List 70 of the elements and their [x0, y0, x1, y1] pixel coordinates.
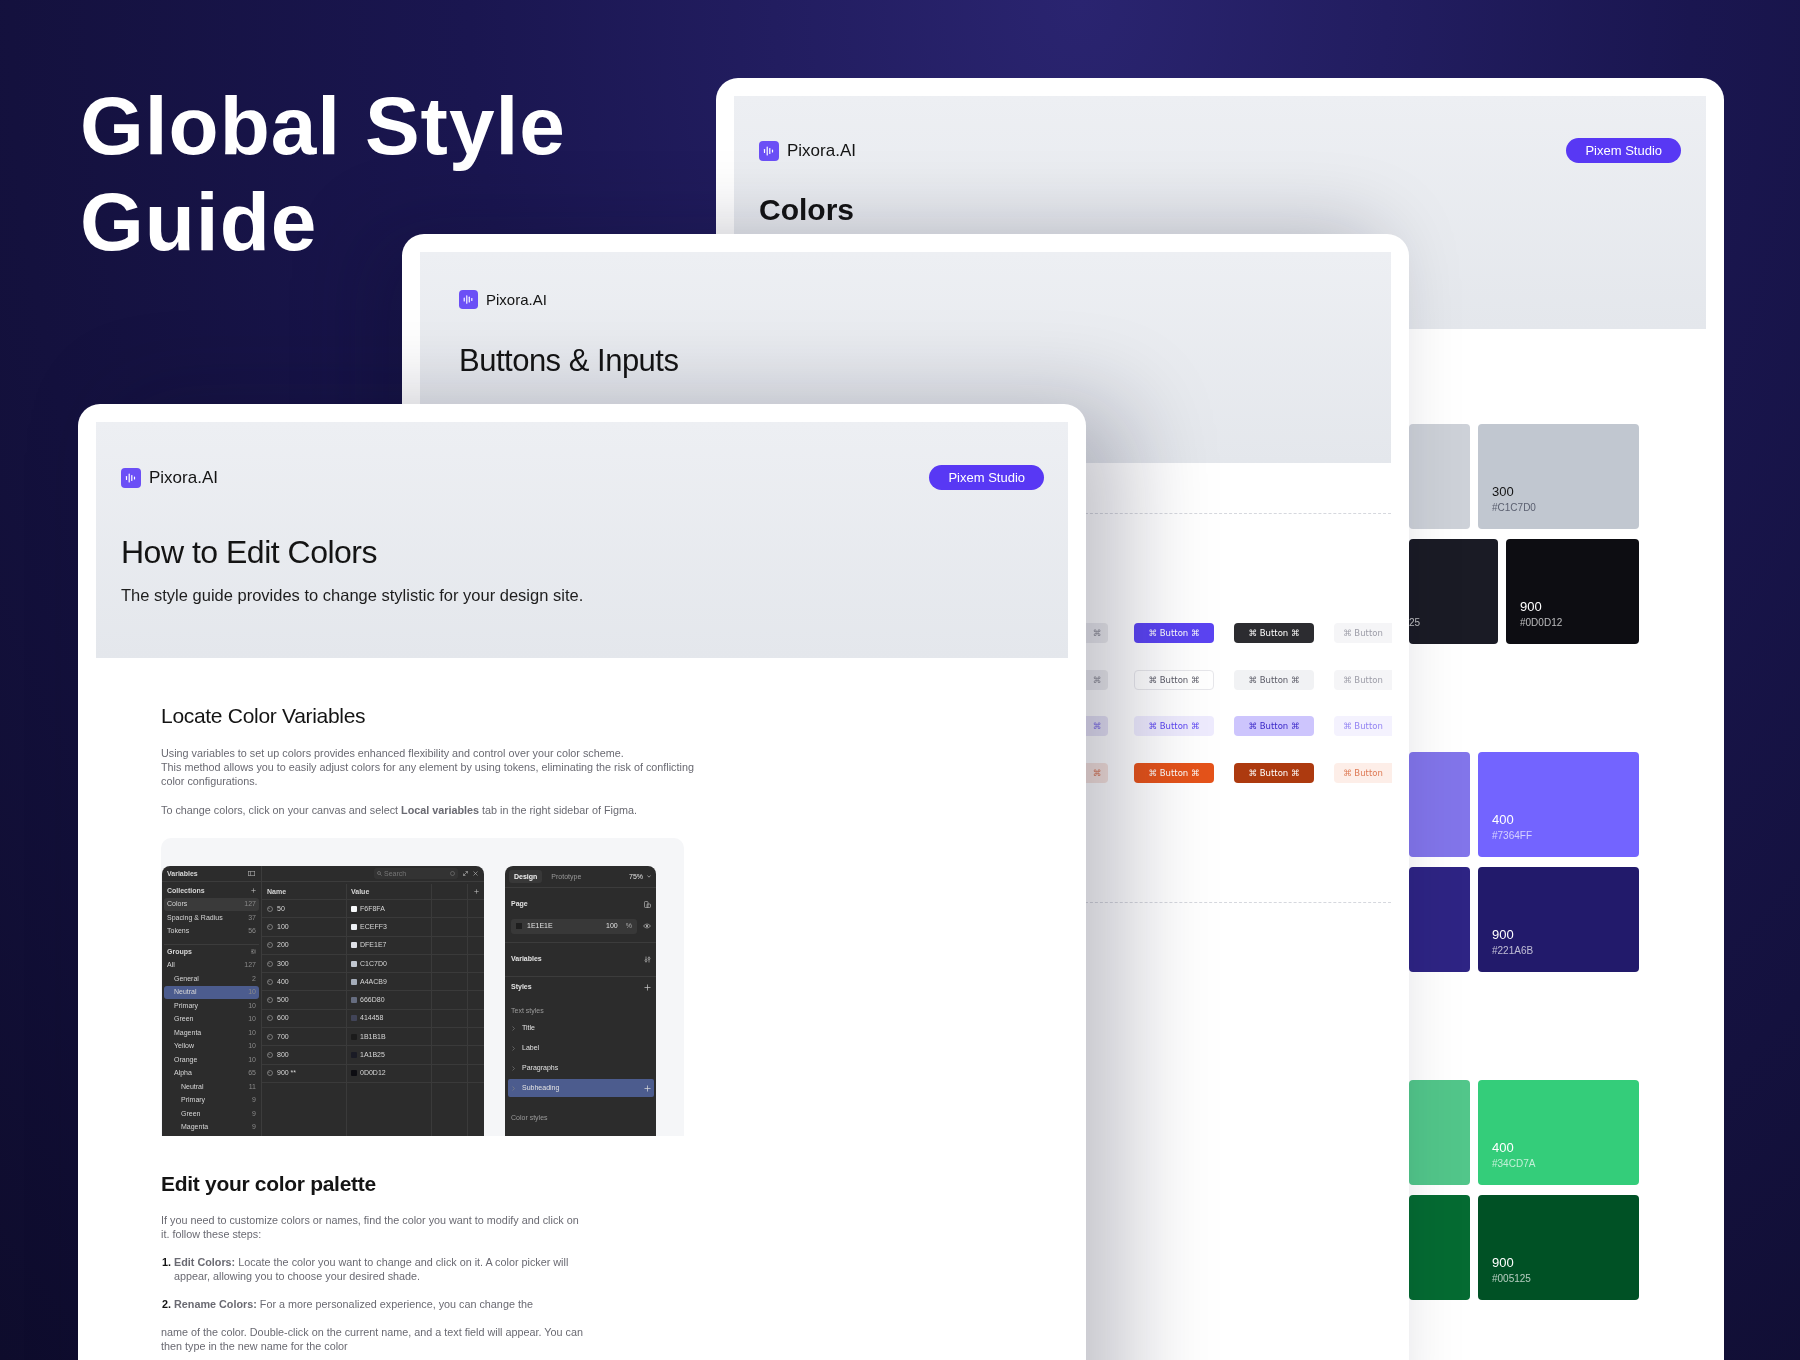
caret-icon — [647, 875, 651, 878]
page-subtitle: The style guide provides to change stylistic for your design site. — [121, 586, 585, 605]
list-item: Rename Colors: For a more personalized experience, you can change the — [174, 1297, 534, 1311]
swatch-label: 300 — [1492, 484, 1515, 499]
sample-button[interactable]: ⌘ Button ⌘ — [1134, 623, 1214, 643]
page-icon[interactable] — [644, 900, 651, 908]
add-icon[interactable] — [474, 889, 479, 894]
swatch-code: #221A6B — [1492, 945, 1535, 956]
paragraph: Using variables to set up colors provides enhanced flexibility and control over your color scheme. This method allows you to easily adjust colors for any element by using tokens, eliminating the risk of conflicting color configurations. — [161, 746, 695, 788]
step-number: 2. — [162, 1297, 171, 1311]
palette-icon — [267, 923, 273, 930]
paragraph: To change colors, click on your canvas and select Local variables tab in the right sidebar of Figma. — [161, 803, 638, 817]
swatch-label: 400 — [1492, 812, 1515, 827]
sample-button[interactable]: ⌘ Button ⌘ — [1134, 762, 1214, 783]
section-heading: Edit your color palette — [161, 1172, 377, 1196]
swatch-label: 900 — [1492, 927, 1515, 942]
section-heading: Locate Color Variables — [161, 704, 367, 728]
palette-icon — [267, 1033, 273, 1040]
palette-icon — [267, 1070, 273, 1077]
swatch-label: 900 — [1492, 1255, 1515, 1270]
swatch-code: #34CD7A — [1492, 1158, 1537, 1169]
paragraph: If you need to customize colors or names, find the color you want to modify and click on it. follow these steps: — [161, 1213, 580, 1241]
logo-icon — [459, 290, 478, 309]
brand-name: Pixora.AI — [486, 291, 547, 308]
add-icon[interactable] — [251, 888, 256, 894]
sample-button[interactable]: ⌘ Button ⌘ — [1234, 762, 1314, 783]
sliders-icon[interactable] — [644, 955, 651, 963]
brand-name: Pixora.AI — [149, 467, 218, 488]
palette-icon — [267, 905, 273, 912]
add-icon[interactable] — [644, 1084, 651, 1092]
swatch-label: 900 — [1520, 599, 1543, 614]
swatch-code: #C1C7D0 — [1492, 502, 1537, 513]
swatch-code: 25 — [1409, 617, 1421, 628]
palette-icon — [267, 942, 273, 949]
step-number: 1. — [162, 1255, 171, 1270]
sample-button[interactable]: ⌘ Button ⌘ — [1134, 669, 1214, 690]
palette-icon — [267, 1015, 273, 1022]
studio-button[interactable]: Pixem Studio — [1566, 138, 1681, 163]
sample-button[interactable]: ⌘ Button ⌘ — [1134, 716, 1214, 736]
swatch-code: #005125 — [1492, 1273, 1532, 1284]
page-title: How to Edit Colors — [121, 534, 378, 571]
list-item: Edit Colors: Locate the color you want to change and click on it. A color picker will appear, allowing you to choose your desired shade. — [174, 1255, 570, 1283]
eye-icon[interactable] — [643, 923, 651, 929]
expand-icon[interactable] — [463, 871, 468, 876]
palette-icon — [267, 1052, 273, 1058]
palette-icon — [267, 997, 273, 1004]
logo-icon — [759, 140, 779, 161]
sample-button[interactable]: ⌘ Button ⌘ — [1234, 669, 1314, 690]
chevron-icon — [512, 1065, 515, 1071]
sample-button[interactable]: ⌘ Button ⌘ — [1234, 623, 1314, 643]
groups-icon[interactable] — [251, 949, 256, 955]
swatch-code: #7364FF — [1492, 830, 1534, 841]
studio-button[interactable]: Pixem Studio — [929, 465, 1044, 490]
sidebar-toggle-icon[interactable] — [248, 871, 255, 876]
palette-icon — [267, 978, 273, 985]
chevron-icon — [512, 1025, 515, 1031]
page-title: Buttons & Inputs — [459, 343, 680, 379]
paragraph: name of the color. Double-click on the current name, and a text field will appear. You can then type in the new name for the color — [161, 1325, 584, 1353]
palette-icon — [267, 960, 273, 967]
page-title: Colors — [759, 193, 855, 227]
search-icon — [377, 871, 382, 876]
brand-name: Pixora.AI — [787, 140, 856, 161]
close-icon[interactable] — [473, 871, 478, 876]
swatch-code: #0D0D12 — [1520, 617, 1564, 628]
logo-icon — [121, 467, 141, 488]
swatch-label: 400 — [1492, 1140, 1515, 1155]
sample-button[interactable]: ⌘ Button ⌘ — [1234, 716, 1314, 736]
add-icon[interactable] — [644, 983, 651, 991]
chevron-icon — [512, 1045, 515, 1051]
headline: Global Style Guide — [80, 79, 567, 269]
